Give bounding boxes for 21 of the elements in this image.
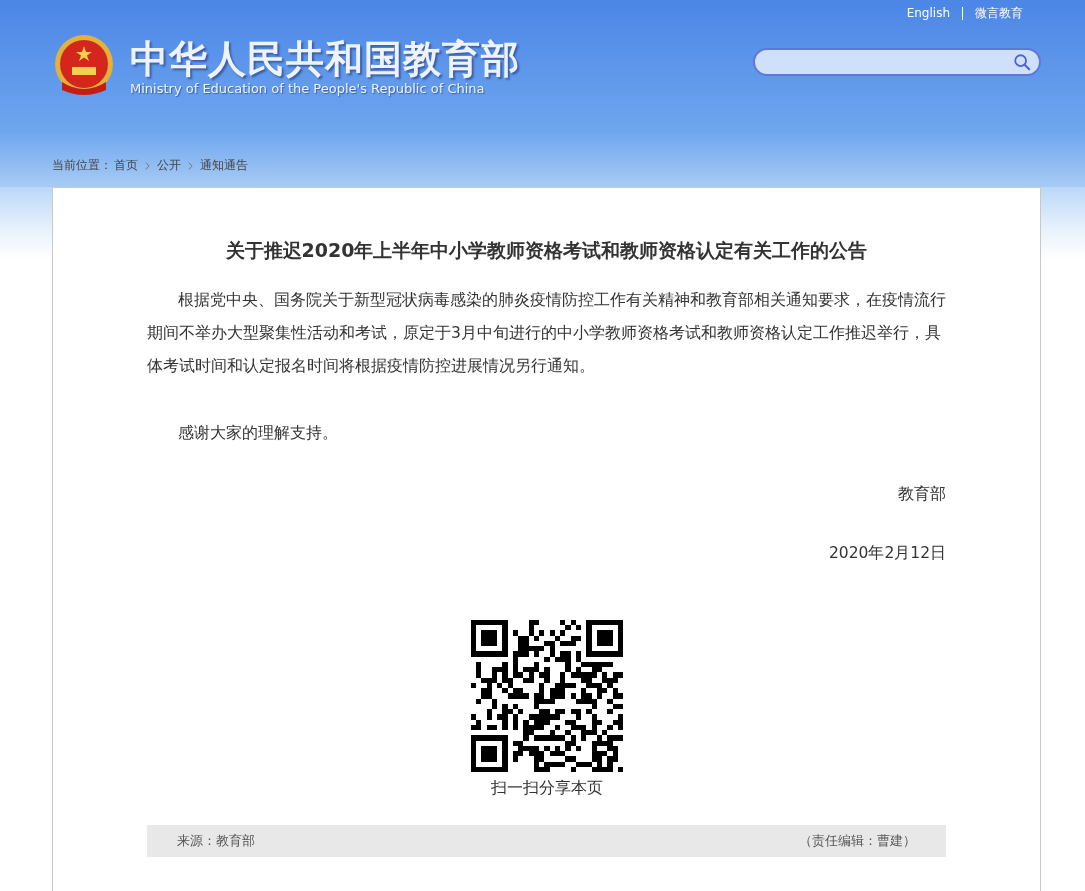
editor-text: （责任编辑：曹建） — [799, 832, 916, 850]
english-link[interactable]: English — [906, 6, 950, 20]
source-text: 来源：教育部 — [177, 832, 255, 850]
weiyan-link[interactable]: 微言教育 — [975, 4, 1023, 22]
breadcrumb-link[interactable]: 首页 — [114, 157, 138, 174]
breadcrumb-link[interactable]: 通知通告 — [200, 157, 248, 174]
emblem-icon — [52, 34, 116, 98]
breadcrumb-label: 当前位置： — [52, 157, 112, 174]
article-date: 2020年2月12日 — [827, 543, 946, 564]
site-subtitle: Ministry of Education of the People's Republic of China — [130, 80, 486, 96]
site-title: 中华人民共和国教育部 — [130, 36, 520, 81]
breadcrumb-link[interactable]: 公开 — [157, 157, 181, 174]
article-title: 关于推迟2020年上半年中小学教师资格考试和教师资格认定有关工作的公告 — [224, 238, 869, 263]
chevron-icon — [187, 160, 194, 171]
search-field[interactable] — [753, 48, 1041, 76]
signature: 教育部 — [897, 484, 946, 505]
search-icon[interactable] — [1013, 53, 1031, 71]
article-paragraph: 根据党中央、国务院关于新型冠状病毒感染的肺炎疫情防控工作有关精神和教育部相关通知要求，在疫情流行期间不举办大型聚集性活动和考试，原定于3月中旬进行的中小学教师资格考试和教师资格认定工作推迟举行，具体考试时间和认定报名时间将根据疫情防控进展情况另行通知。 — [147, 290, 946, 377]
chevron-icon — [144, 160, 151, 171]
qr-caption: 扫一扫分享本页 — [490, 778, 603, 799]
article-paragraph: 感谢大家的理解支持。 — [177, 423, 339, 444]
